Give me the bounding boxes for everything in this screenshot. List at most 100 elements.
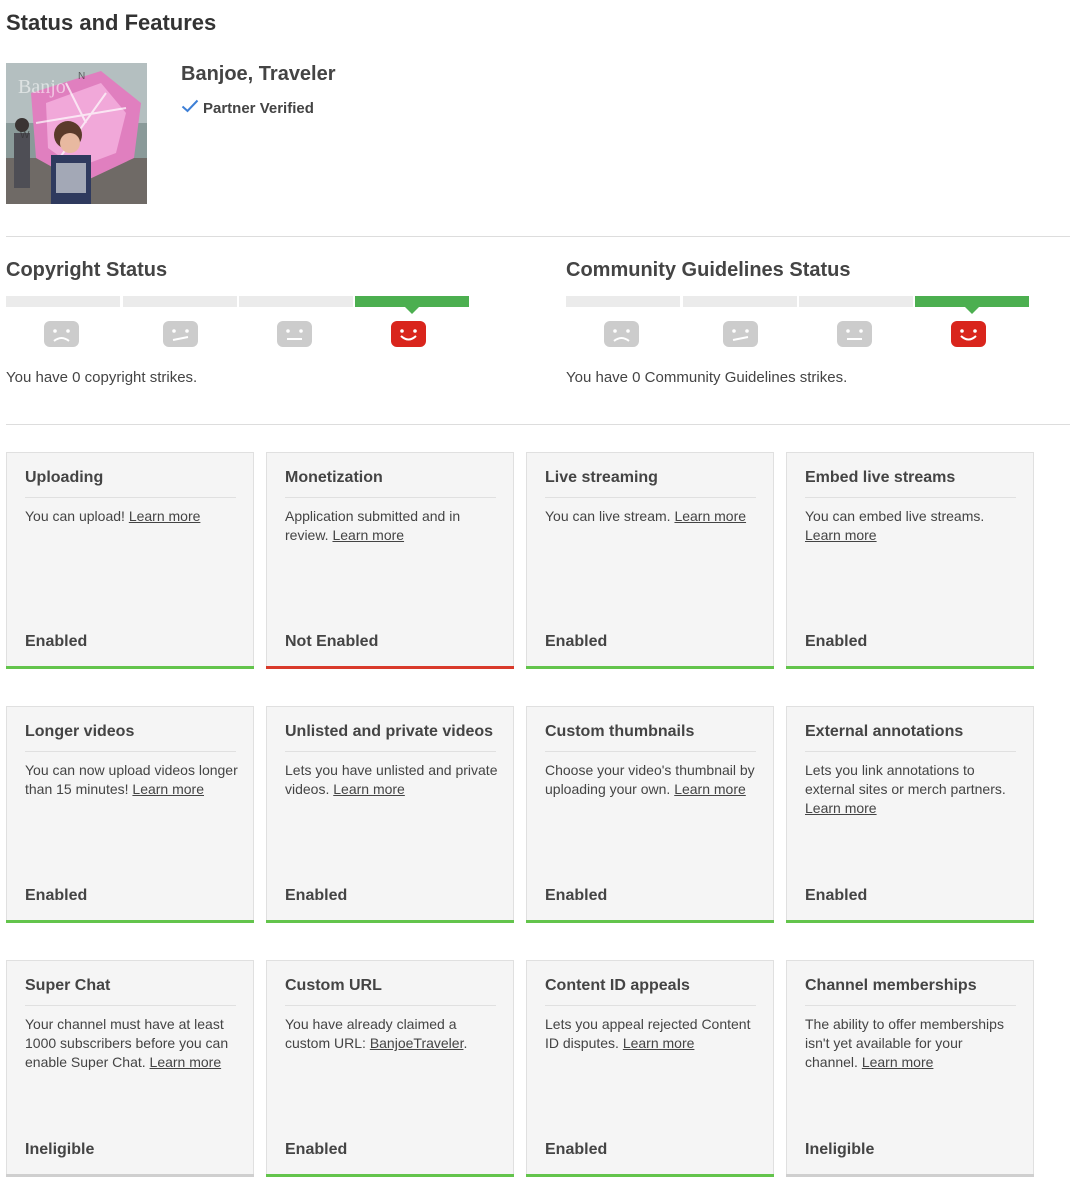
happy-face-icon	[391, 321, 426, 347]
strike-segment-3	[239, 296, 353, 307]
community-status-heading: Community Guidelines Status	[566, 259, 851, 281]
learn-more-link[interactable]: Learn more	[332, 527, 404, 543]
divider	[6, 236, 1070, 237]
strike-segment-2	[683, 296, 797, 307]
status-features-page: Status and Features Banjo N W Banjoe, Tr…	[0, 0, 1070, 1200]
channel-name: Banjoe, Traveler	[181, 63, 336, 85]
learn-more-link[interactable]: Learn more	[805, 800, 877, 816]
check-icon	[181, 99, 199, 117]
copyright-status-section: Copyright Status You have 0 copyright st…	[6, 259, 476, 386]
svg-text:Banjo: Banjo	[18, 76, 66, 98]
divider	[6, 424, 1070, 425]
copyright-strikes-text: You have 0 copyright strikes.	[6, 369, 198, 386]
feature-status-label: Not Enabled	[285, 633, 379, 650]
status-bar	[266, 1174, 514, 1177]
card-title: Uploading	[25, 469, 104, 486]
card-description: You can upload! Learn more	[25, 508, 201, 524]
feature-status-label: Enabled	[545, 633, 608, 650]
feature-card-embed-live-streams: Embed live streams You can embed live st…	[786, 452, 1034, 669]
neutral-face-icon	[837, 321, 872, 347]
status-bar	[526, 666, 774, 669]
page-title: Status and Features	[6, 10, 217, 35]
card-title: Unlisted and private videos	[285, 723, 494, 740]
feature-card-custom-url: Custom URL You have already claimed a cu…	[266, 960, 514, 1177]
partner-verified-label: Partner Verified	[203, 99, 314, 117]
partner-verified-badge: Partner Verified	[181, 99, 314, 117]
status-bar	[526, 1174, 774, 1177]
copyright-strike-meter	[6, 296, 470, 314]
custom-url-link[interactable]: BanjoeTraveler	[370, 1035, 464, 1051]
status-bar	[6, 1174, 254, 1177]
feature-card-live-streaming: Live streaming You can live stream. Lear…	[526, 452, 774, 669]
card-description: The ability to offer memberships isn't y…	[805, 1016, 1004, 1070]
feature-card-custom-thumbnails: Custom thumbnails Choose your video's th…	[526, 706, 774, 923]
card-description: You can embed live streams. Learn more	[805, 508, 985, 543]
learn-more-link[interactable]: Learn more	[674, 508, 746, 524]
strike-segment-2	[123, 296, 237, 307]
feature-card-super-chat: Super Chat Your channel must have at lea…	[6, 960, 254, 1177]
feature-status-label: Enabled	[285, 887, 348, 904]
strike-segment-4-active	[915, 296, 1029, 314]
card-title: Longer videos	[25, 723, 135, 740]
community-strikes-text: You have 0 Community Guidelines strikes.	[566, 369, 848, 386]
status-bar	[266, 920, 514, 923]
card-description: Your channel must have at least 1000 sub…	[25, 1016, 229, 1070]
skeptical-face-icon	[723, 321, 758, 347]
card-title: Channel memberships	[805, 977, 977, 994]
feature-status-label: Enabled	[805, 633, 868, 650]
card-title: Custom URL	[285, 977, 382, 994]
learn-more-link[interactable]: Learn more	[150, 1054, 222, 1070]
skeptical-face-icon	[163, 321, 198, 347]
feature-card-channel-memberships: Channel memberships The ability to offer…	[786, 960, 1034, 1177]
card-title: Monetization	[285, 469, 383, 486]
learn-more-link[interactable]: Learn more	[333, 781, 405, 797]
status-bar	[6, 920, 254, 923]
feature-status-label: Enabled	[805, 887, 868, 904]
feature-status-label: Enabled	[285, 1141, 348, 1158]
card-description: Application submitted and in review. Lea…	[285, 508, 461, 543]
card-description: Lets you link annotations to external si…	[805, 762, 1006, 816]
status-bar	[786, 920, 1034, 923]
card-description: You have already claimed a custom URL: B…	[285, 1016, 468, 1051]
feature-card-content-id-appeals: Content ID appeals Lets you appeal rejec…	[526, 960, 774, 1177]
feature-status-label: Ineligible	[805, 1141, 875, 1158]
card-description: Lets you have unlisted and private video…	[285, 762, 498, 797]
card-title: Custom thumbnails	[545, 723, 695, 740]
learn-more-link[interactable]: Learn more	[674, 781, 746, 797]
feature-status-label: Ineligible	[25, 1141, 95, 1158]
community-strike-meter	[566, 296, 1030, 314]
card-description: You can now upload videos longer than 15…	[25, 762, 238, 797]
card-title: Embed live streams	[805, 469, 956, 486]
learn-more-link[interactable]: Learn more	[805, 527, 877, 543]
feature-status-label: Enabled	[545, 887, 608, 904]
feature-card-unlisted-private-videos: Unlisted and private videos Lets you hav…	[266, 706, 514, 923]
status-bar	[786, 1174, 1034, 1177]
sad-face-icon	[604, 321, 639, 347]
learn-more-link[interactable]: Learn more	[132, 781, 204, 797]
card-description: Choose your video's thumbnail by uploadi…	[545, 762, 755, 797]
status-bar	[786, 666, 1034, 669]
card-title: Content ID appeals	[545, 977, 690, 994]
strike-segment-1	[566, 296, 680, 307]
feature-card-longer-videos: Longer videos You can now upload videos …	[6, 706, 254, 923]
learn-more-link[interactable]: Learn more	[129, 508, 201, 524]
channel-avatar: Banjo N W	[6, 63, 147, 204]
strike-segment-1	[6, 296, 120, 307]
svg-text:N: N	[78, 71, 85, 82]
status-bar	[6, 666, 254, 669]
svg-text:W: W	[20, 130, 30, 141]
feature-status-label: Enabled	[545, 1141, 608, 1158]
happy-face-icon	[951, 321, 986, 347]
neutral-face-icon	[277, 321, 312, 347]
learn-more-link[interactable]: Learn more	[623, 1035, 695, 1051]
status-bar	[266, 666, 514, 669]
strike-segment-3	[799, 296, 913, 307]
card-title: External annotations	[805, 723, 964, 740]
learn-more-link[interactable]: Learn more	[862, 1054, 934, 1070]
feature-status-label: Enabled	[25, 633, 88, 650]
card-description: You can live stream. Learn more	[545, 508, 747, 524]
strike-segment-4-active	[355, 296, 469, 314]
feature-card-uploading: Uploading You can upload! Learn more Ena…	[6, 452, 254, 669]
card-title: Live streaming	[545, 469, 658, 486]
feature-card-external-annotations: External annotations Lets you link annot…	[786, 706, 1034, 923]
